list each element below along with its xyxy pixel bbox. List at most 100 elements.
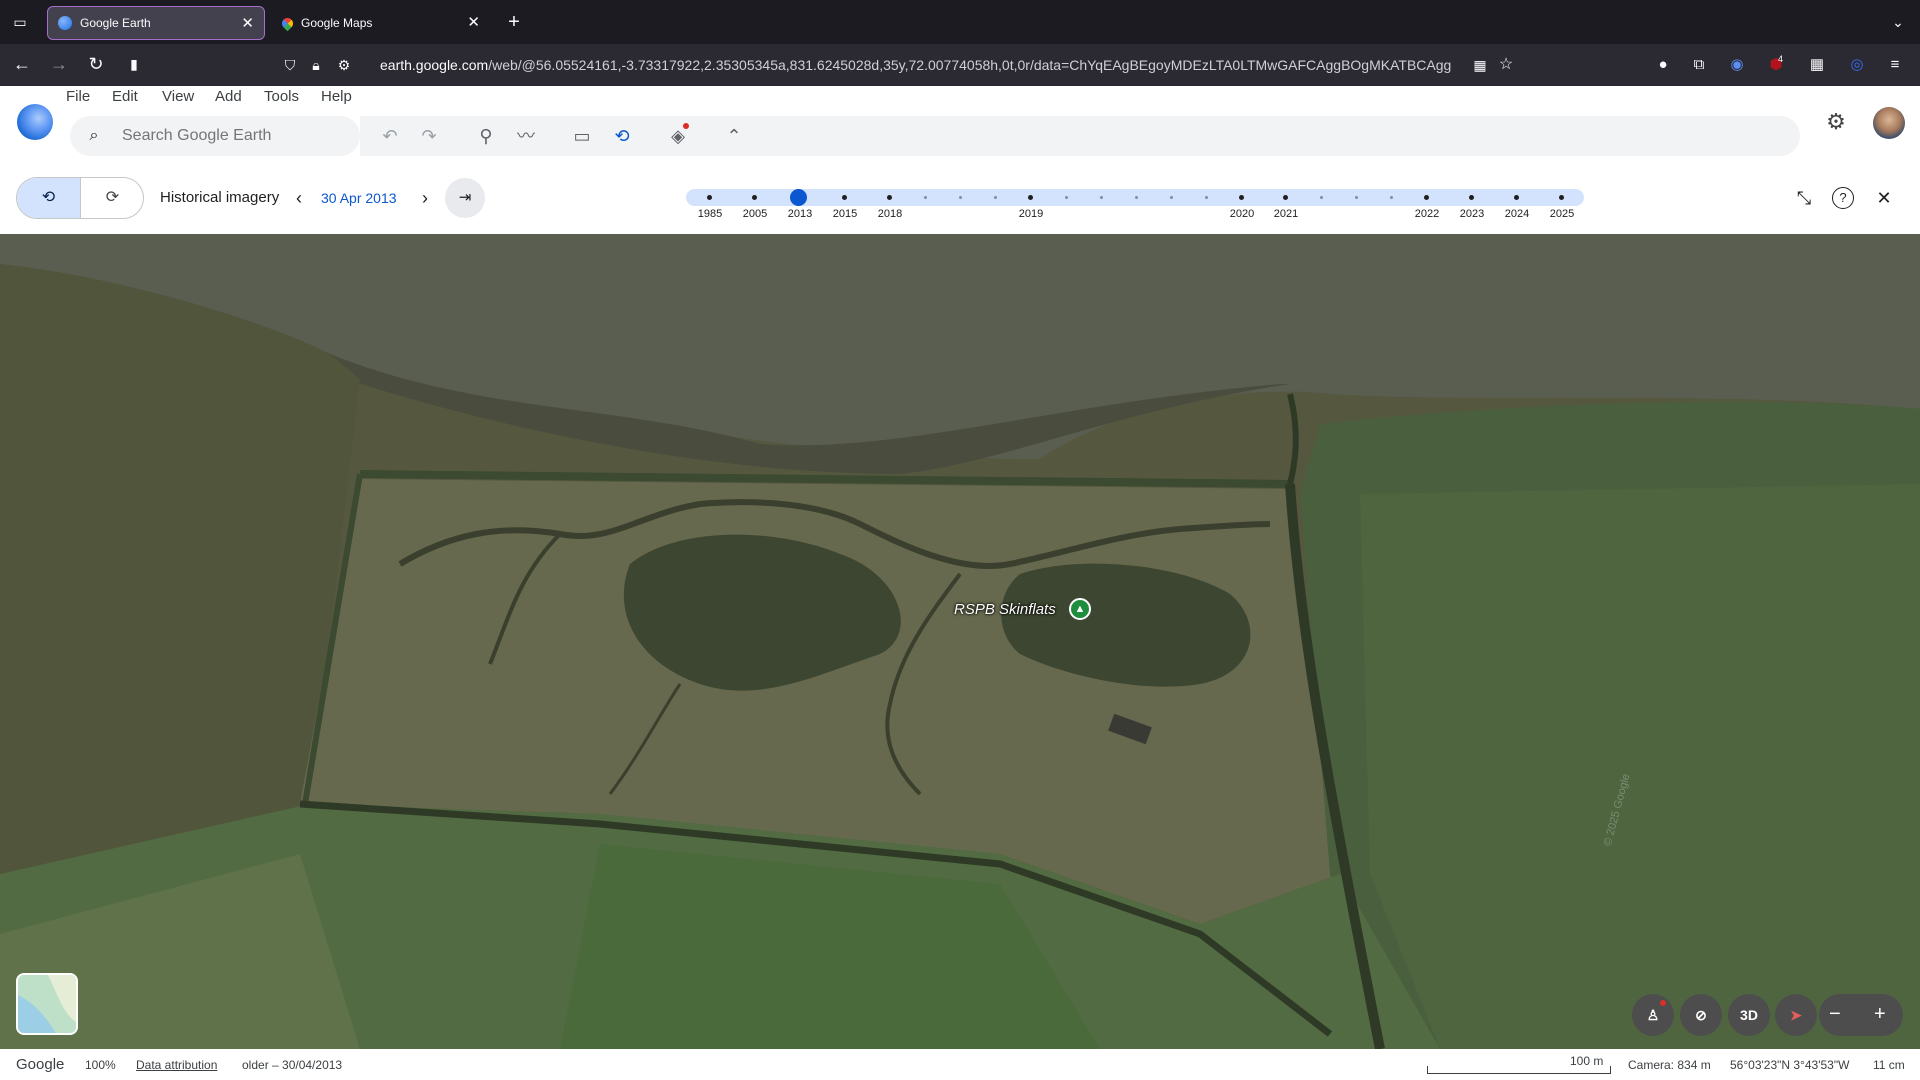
url-bar[interactable]: ⛉ 🔒︎ ⚙︎ earth.google.com/web/@56.0552416…: [270, 50, 1513, 80]
timeline-selected-handle[interactable]: [790, 189, 807, 206]
account-extension-icon[interactable]: ●: [1651, 55, 1675, 75]
timeline-year-label: 2024: [1504, 208, 1530, 220]
timeline-year-label: 2018: [877, 208, 903, 220]
menu-help[interactable]: Help: [321, 88, 352, 105]
timeline-minor-dot[interactable]: [1065, 196, 1068, 199]
close-tab-icon[interactable]: ✕: [241, 14, 254, 32]
data-attribution-link[interactable]: Data attribution: [136, 1058, 217, 1072]
page-icon: ▮: [130, 56, 138, 72]
password-manager-icon[interactable]: ◉: [1725, 55, 1749, 75]
menu-tools[interactable]: Tools: [264, 88, 299, 105]
redo-icon[interactable]: ↷: [417, 126, 441, 146]
draw-path-icon[interactable]: 〰: [514, 126, 538, 146]
timeline-minor-dot[interactable]: [1390, 196, 1393, 199]
timeline-dot-2025[interactable]: [1559, 195, 1564, 200]
extensions-puzzle-icon[interactable]: ⧉: [1687, 55, 1711, 75]
timeline-minor-dot[interactable]: [1100, 196, 1103, 199]
current-mode-button[interactable]: ⟳: [81, 178, 143, 218]
browser-menu-icon[interactable]: ≡: [1883, 55, 1907, 75]
timeline-minor-dot[interactable]: [1135, 196, 1138, 199]
rotate-view-button[interactable]: ⊘: [1680, 994, 1722, 1036]
timeline-minor-dot[interactable]: [1320, 196, 1323, 199]
scale-label: 100 m: [1570, 1054, 1604, 1068]
minimap-thumbnail: [18, 975, 76, 1033]
new-tab-icon[interactable]: +: [502, 12, 526, 32]
historical-imagery-bar: ⟲ ⟳ Historical imagery ‹ 30 Apr 2013 › ⇥…: [0, 162, 1920, 234]
tab-overview-icon[interactable]: ▭: [8, 12, 32, 32]
nature-reserve-pin-icon[interactable]: ▲: [1069, 598, 1091, 620]
help-icon[interactable]: ?: [1832, 187, 1854, 209]
add-placemark-icon[interactable]: ⚲: [474, 126, 498, 146]
undo-icon[interactable]: ↶: [378, 126, 402, 146]
circle-extension-icon[interactable]: ◎: [1845, 55, 1869, 75]
collapse-panel-icon[interactable]: ⤡: [1792, 188, 1816, 208]
ublock-icon[interactable]: ⬢ 4: [1764, 54, 1788, 75]
avatar[interactable]: [1873, 107, 1905, 139]
timeline-minor-dot[interactable]: [924, 196, 927, 199]
selected-date[interactable]: 30 Apr 2013: [321, 190, 397, 206]
refresh-icon: ⟳: [105, 189, 120, 206]
menu-view[interactable]: View: [162, 88, 194, 105]
latest-imagery-button[interactable]: ⇥: [445, 178, 485, 218]
url-text[interactable]: earth.google.com/web/@56.05524161,-3.733…: [380, 50, 1465, 80]
measure-ruler-icon[interactable]: ▭: [570, 126, 594, 146]
timeline-minor-dot[interactable]: [1170, 196, 1173, 199]
previous-date-chevron-icon[interactable]: ‹: [287, 188, 311, 208]
tab-google-maps[interactable]: Google Maps ✕: [272, 6, 490, 40]
timeline-dot-2022[interactable]: [1424, 195, 1429, 200]
timeline-dot-2021[interactable]: [1283, 195, 1288, 200]
forward-icon[interactable]: →: [47, 54, 71, 74]
timeline-dot-2024[interactable]: [1514, 195, 1519, 200]
map-layers-icon[interactable]: ◈: [666, 123, 690, 146]
tab-google-earth[interactable]: Google Earth ✕: [47, 6, 265, 40]
menu-file[interactable]: File: [66, 88, 90, 105]
close-tab-icon[interactable]: ✕: [467, 13, 480, 31]
collapse-toolbar-chevron-icon[interactable]: ⌃: [722, 126, 746, 146]
settings-gear-icon[interactable]: ⚙: [1824, 111, 1848, 133]
compass-button[interactable]: ➤: [1775, 994, 1817, 1036]
timeline-dot-2005[interactable]: [752, 195, 757, 200]
permissions-icon[interactable]: ⚙︎: [332, 55, 356, 75]
zoom-out-button[interactable]: −: [1829, 1003, 1841, 1026]
google-earth-logo[interactable]: [17, 104, 53, 140]
zoom-in-button[interactable]: +: [1874, 1003, 1886, 1026]
reload-icon[interactable]: ↻: [84, 54, 108, 74]
timeline-year-label: 2005: [742, 208, 768, 220]
tab-title: Google Maps: [301, 16, 373, 30]
timeline-dot-2018[interactable]: [887, 195, 892, 200]
timeline-minor-dot[interactable]: [1355, 196, 1358, 199]
search-input[interactable]: [122, 116, 352, 156]
timeline-minor-dot[interactable]: [994, 196, 997, 199]
search-icon[interactable]: ⌕: [82, 126, 106, 146]
place-label[interactable]: RSPB Skinflats: [954, 601, 1056, 618]
url-path: /web/@56.05524161,-3.73317922,2.35305345…: [488, 57, 1452, 73]
historical-mode-button[interactable]: ⟲: [17, 178, 81, 218]
next-date-chevron-icon[interactable]: ›: [413, 188, 437, 208]
menu-edit[interactable]: Edit: [112, 88, 138, 105]
close-historical-icon[interactable]: ✕: [1872, 188, 1896, 208]
coordinates-label: 56°03'23"N 3°43'53"W: [1730, 1058, 1850, 1072]
timeline-dot-2020[interactable]: [1239, 195, 1244, 200]
shield-icon[interactable]: ⛉: [278, 55, 302, 75]
bookmark-star-icon[interactable]: ☆: [1494, 55, 1518, 75]
list-tabs-chevron-icon[interactable]: ⌄: [1886, 12, 1910, 32]
timeline-year-label: 2023: [1459, 208, 1485, 220]
qr-code-icon[interactable]: ▦: [1468, 55, 1492, 75]
timeline-dot-2023[interactable]: [1469, 195, 1474, 200]
lock-icon[interactable]: 🔒︎: [304, 55, 328, 75]
timeline-minor-dot[interactable]: [959, 196, 962, 199]
toggle-3d-button[interactable]: 3D: [1728, 994, 1770, 1036]
pegman-button[interactable]: ♙: [1632, 994, 1674, 1036]
satellite-imagery: [0, 234, 1920, 1049]
historical-imagery-icon[interactable]: ⟲: [610, 126, 634, 146]
menu-add[interactable]: Add: [215, 88, 242, 105]
timeline-minor-dot[interactable]: [1205, 196, 1208, 199]
minimap-button[interactable]: [16, 973, 78, 1035]
grid-extension-icon[interactable]: ▦: [1805, 55, 1829, 75]
timeline-dot-2015[interactable]: [842, 195, 847, 200]
imagery-timeline[interactable]: [686, 189, 1584, 206]
satellite-map[interactable]: RSPB Skinflats ▲ © 2025 Google ♙ ⊘ 3D ➤ …: [0, 234, 1920, 1049]
timeline-dot-1985[interactable]: [707, 195, 712, 200]
timeline-dot-2019[interactable]: [1028, 195, 1033, 200]
back-icon[interactable]: ←: [10, 54, 34, 74]
